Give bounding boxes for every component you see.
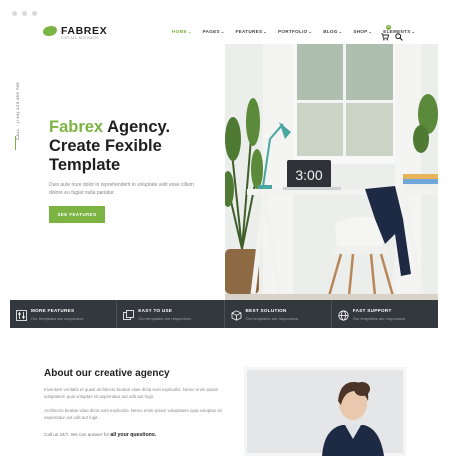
chevron-down-icon: ⌄ <box>220 29 225 34</box>
about-call-emphasis: all your questions. <box>110 432 157 438</box>
browser-frame: FABREX FOR ALL BUSINESS HOME⌄ PAGES⌄ FEA… <box>0 0 450 456</box>
feature-title: FAST SUPPORT <box>352 308 392 313</box>
cart-count-badge: 0 <box>386 25 391 30</box>
nav-item-shop[interactable]: SHOP⌄ <box>353 29 372 34</box>
window-dot <box>12 11 17 16</box>
feature-title: MORE FEATURES <box>31 308 75 313</box>
nav-item-blog[interactable]: BLOG⌄ <box>323 29 342 34</box>
nav-label: PAGES <box>202 29 220 34</box>
hero-description: Duis aute irure dolor in reprehenderit i… <box>49 182 194 196</box>
nav-label: SHOP <box>353 29 368 34</box>
window-dot <box>32 11 37 16</box>
hero-title-line2: Create Fexible <box>49 137 162 155</box>
about-call-text: Call us 24/7. We can answer for all your… <box>44 432 156 438</box>
feature-subtitle: Our templates are responsive. <box>245 316 300 321</box>
nav-label: BLOG <box>323 29 338 34</box>
feature-item[interactable]: FAST SUPPORT Our templates are responsiv… <box>332 300 438 328</box>
about-paragraph: Inventore veritatis et quasi architecto … <box>44 387 219 399</box>
cube-icon <box>231 308 242 321</box>
chevron-down-icon: ⌄ <box>308 29 313 34</box>
laptop-clock-display: 3:00 <box>295 167 322 183</box>
sliders-icon <box>16 308 27 321</box>
nav-item-features[interactable]: FEATURES⌄ <box>236 29 267 34</box>
logo[interactable]: FABREX FOR ALL BUSINESS <box>43 24 108 40</box>
about-paragraph: Architecto beatae vitae dicta sunt expli… <box>44 408 222 420</box>
site-header: FABREX FOR ALL BUSINESS HOME⌄ PAGES⌄ FEA… <box>0 22 450 44</box>
hero-workspace-image: 3:00 <box>225 44 438 300</box>
hero-title-accent: Fabrex <box>49 118 104 136</box>
nav-label: HOME <box>172 29 187 34</box>
feature-item[interactable]: EASY TO USE Our templates are responsive… <box>117 300 225 328</box>
feature-title: EASY TO USE <box>138 308 173 313</box>
feature-item[interactable]: MORE FEATURES Our templates are responsi… <box>10 300 118 328</box>
about-title: About our creative agency <box>44 368 170 379</box>
nav-item-portfolio[interactable]: PORTFOLIO⌄ <box>278 29 312 34</box>
feature-title: BEST SOLUTION <box>245 308 287 313</box>
chevron-down-icon: ⌄ <box>368 29 373 34</box>
window-dots <box>12 11 37 16</box>
cart-icon[interactable]: 0 <box>381 25 391 41</box>
chevron-down-icon: ⌄ <box>338 29 343 34</box>
hero-title-line3: Template <box>49 156 121 174</box>
hero-title-line1: Agency. <box>103 118 171 136</box>
feature-subtitle: Our templates are responsive. <box>138 316 192 321</box>
leaf-logo-icon <box>43 26 57 36</box>
chevron-down-icon: ⌄ <box>187 29 192 34</box>
feature-item[interactable]: BEST SOLUTION Our templates are responsi… <box>225 300 332 328</box>
nav-label: FEATURES <box>235 29 263 34</box>
brand-name: FABREX <box>61 24 108 37</box>
nav-item-home[interactable]: HOME⌄ <box>172 29 192 34</box>
window-dot <box>22 11 27 16</box>
about-call-prefix: Call us 24/7. We can answer for <box>44 432 110 437</box>
globe-icon <box>338 308 349 321</box>
about-portrait-image <box>244 367 406 456</box>
main-nav: HOME⌄ PAGES⌄ FEATURES⌄ PORTFOLIO⌄ BLOG⌄ … <box>172 29 415 34</box>
nav-label: PORTFOLIO <box>278 29 308 34</box>
nav-item-pages[interactable]: PAGES⌄ <box>203 29 225 34</box>
copy-icon <box>123 308 135 320</box>
chevron-down-icon: ⌄ <box>263 29 268 34</box>
feature-subtitle: Our templates are responsive. <box>352 316 407 321</box>
hero-title: Fabrex Agency. Create Fexible Template <box>49 118 219 175</box>
call-phone-text: CALL : (+44) 123 456 789 <box>15 82 20 140</box>
feature-subtitle: Our templates are responsive. <box>31 316 85 321</box>
brand-tagline: FOR ALL BUSINESS <box>61 36 99 40</box>
see-features-button[interactable]: SEE FEATURES <box>49 206 105 223</box>
chevron-down-icon: ⌄ <box>411 29 416 34</box>
features-strip: MORE FEATURES Our templates are responsi… <box>10 300 438 328</box>
search-icon[interactable] <box>395 28 403 41</box>
